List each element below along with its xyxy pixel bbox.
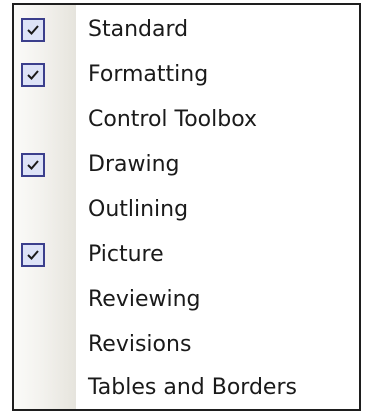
- menu-item-tables-and-borders[interactable]: Tables and Borders: [14, 366, 359, 409]
- menu-item-label: Formatting: [88, 62, 209, 87]
- checkmark-icon: [21, 18, 45, 42]
- menu-item-label: Standard: [88, 17, 189, 42]
- checkmark-icon: [21, 243, 45, 267]
- menu-item-label: Drawing: [88, 152, 180, 177]
- menu-item-label: Control Toolbox: [88, 107, 258, 132]
- menu-item-label: Outlining: [88, 197, 189, 222]
- checkmark-icon: [21, 63, 45, 87]
- menu-item-label: Picture: [88, 242, 164, 267]
- toolbars-menu: Standard Formatting Control Toolbox Draw…: [12, 3, 361, 411]
- menu-item-drawing[interactable]: Drawing: [14, 143, 359, 187]
- menu-item-standard[interactable]: Standard: [14, 8, 359, 52]
- checkmark-icon: [21, 153, 45, 177]
- menu-item-revisions[interactable]: Revisions: [14, 323, 359, 367]
- menu-item-label: Revisions: [88, 332, 192, 357]
- menu-item-label: Tables and Borders: [88, 375, 297, 400]
- menu-item-picture[interactable]: Picture: [14, 233, 359, 277]
- menu-item-formatting[interactable]: Formatting: [14, 53, 359, 97]
- menu-item-label: Reviewing: [88, 287, 201, 312]
- menu-item-outlining[interactable]: Outlining: [14, 188, 359, 232]
- menu-item-control-toolbox[interactable]: Control Toolbox: [14, 98, 359, 142]
- menu-item-reviewing[interactable]: Reviewing: [14, 278, 359, 322]
